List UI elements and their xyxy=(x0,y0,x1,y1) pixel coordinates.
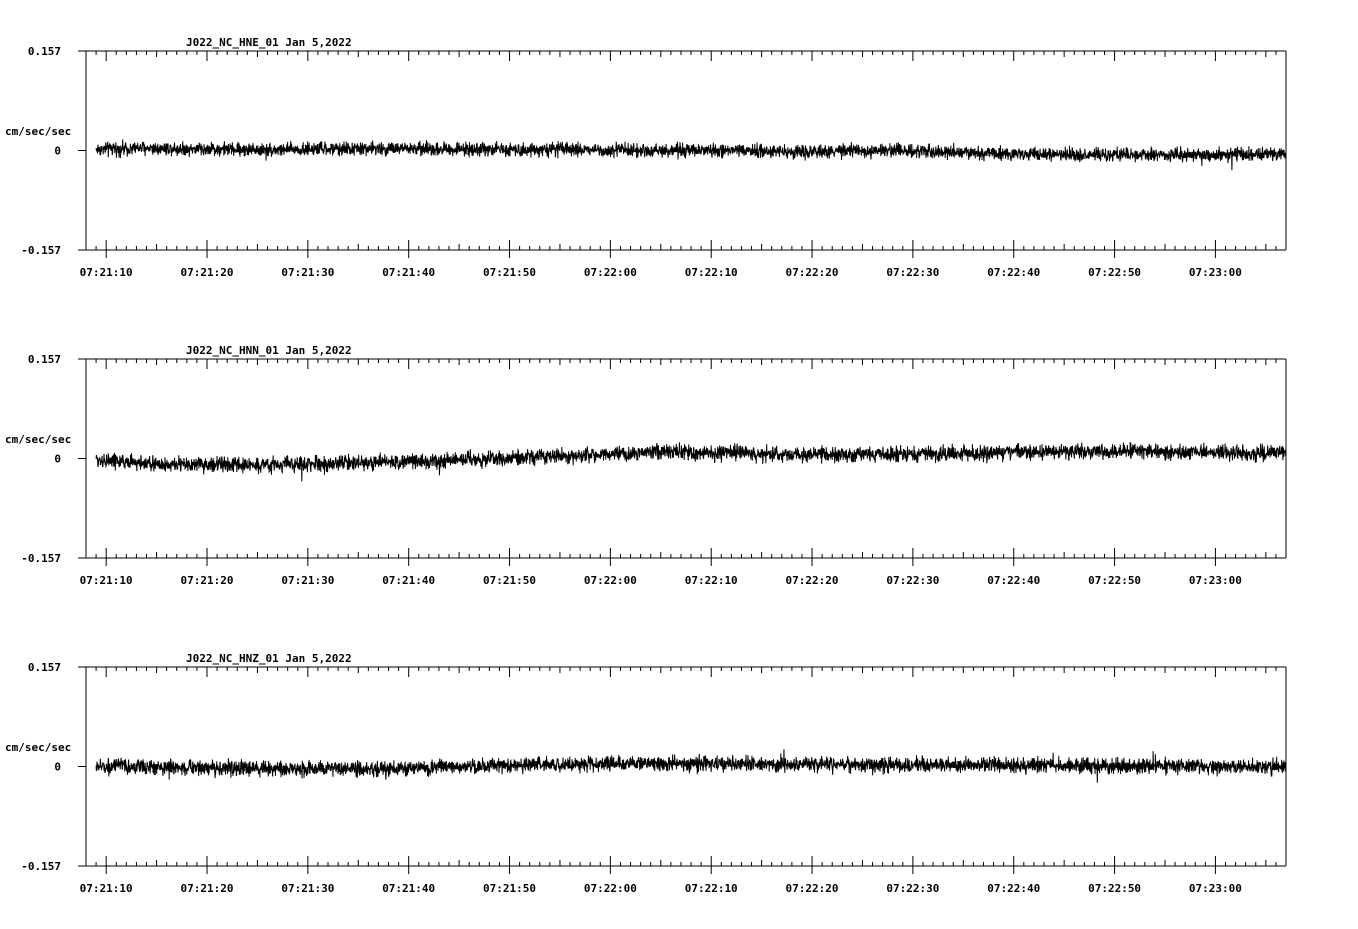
y-tick-label: -0.157 xyxy=(21,552,61,565)
x-tick-label: 07:22:30 xyxy=(886,266,939,279)
x-tick-label: 07:21:50 xyxy=(483,882,536,895)
x-tick-label: 07:22:20 xyxy=(786,266,839,279)
y-axis-label: cm/sec/sec xyxy=(5,433,71,446)
x-tick-label: 07:21:10 xyxy=(80,574,133,587)
x-tick-label: 07:21:50 xyxy=(483,574,536,587)
y-tick-label: -0.157 xyxy=(21,244,61,257)
panel-title: J022_NC_HNN_01 Jan 5,2022 xyxy=(186,344,352,357)
x-tick-label: 07:22:50 xyxy=(1088,882,1141,895)
x-tick-label: 07:21:40 xyxy=(382,574,435,587)
waveform-trace xyxy=(95,139,1287,171)
x-tick-label: 07:21:30 xyxy=(281,882,334,895)
x-tick-label: 07:21:30 xyxy=(281,574,334,587)
y-axis-label: cm/sec/sec xyxy=(5,741,71,754)
x-tick-label: 07:22:00 xyxy=(584,882,637,895)
x-tick-label: 07:22:30 xyxy=(886,882,939,895)
seismogram-plots: 0.157 0 -0.157 07:21:10 07:21:20 07:21:30 07:2… xyxy=(5,36,1287,895)
x-tick-label: 07:22:00 xyxy=(584,574,637,587)
y-tick-label: 0.157 xyxy=(28,353,61,366)
x-tick-label: 07:23:00 xyxy=(1189,574,1242,587)
seismogram-panel-3: 0.157 0 -0.157 07:21:10 07:21:20 07:21:30 07:2… xyxy=(5,652,1287,895)
x-tick-label: 07:23:00 xyxy=(1189,882,1242,895)
x-tick-label: 07:22:10 xyxy=(685,266,738,279)
x-tick-label: 07:21:10 xyxy=(80,266,133,279)
x-tick-label: 07:21:40 xyxy=(382,882,435,895)
x-tick-label: 07:21:10 xyxy=(80,882,133,895)
x-tick-label: 07:21:20 xyxy=(181,574,234,587)
panel-title: J022_NC_HNE_01 Jan 5,2022 xyxy=(186,36,352,49)
x-tick-label: 07:21:40 xyxy=(382,266,435,279)
x-tick-label: 07:22:50 xyxy=(1088,266,1141,279)
seismogram-panel-1: 0.157 0 -0.157 07:21:10 07:21:20 07:21:30 07:2… xyxy=(5,36,1287,279)
y-tick-label: 0.157 xyxy=(28,45,61,58)
x-tick-label: 07:22:10 xyxy=(685,882,738,895)
y-tick-label: -0.157 xyxy=(21,860,61,873)
y-tick-label: 0.157 xyxy=(28,661,61,674)
x-tick-label: 07:22:40 xyxy=(987,266,1040,279)
x-tick-label: 07:22:10 xyxy=(685,574,738,587)
panel-title: J022_NC_HNZ_01 Jan 5,2022 xyxy=(186,652,352,665)
y-axis-label: cm/sec/sec xyxy=(5,125,71,138)
x-tick-label: 07:23:00 xyxy=(1189,266,1242,279)
y-tick-label: 0 xyxy=(54,145,61,158)
seismogram-panel-2: 0.157 0 -0.157 07:21:10 07:21:20 07:21:30 07:2… xyxy=(5,344,1287,587)
x-tick-label: 07:21:50 xyxy=(483,266,536,279)
x-tick-label: 07:22:00 xyxy=(584,266,637,279)
x-tick-label: 07:21:30 xyxy=(281,266,334,279)
seismogram-stage: 0.157 0 -0.157 07:21:10 07:21:20 07:21:30 07:2… xyxy=(0,0,1358,924)
y-tick-label: 0 xyxy=(54,761,61,774)
x-tick-label: 07:21:20 xyxy=(181,266,234,279)
x-tick-label: 07:22:40 xyxy=(987,882,1040,895)
x-tick-label: 07:22:30 xyxy=(886,574,939,587)
x-tick-label: 07:21:20 xyxy=(181,882,234,895)
x-tick-label: 07:22:40 xyxy=(987,574,1040,587)
x-tick-label: 07:22:50 xyxy=(1088,574,1141,587)
waveform-trace xyxy=(95,749,1287,783)
y-tick-label: 0 xyxy=(54,453,61,466)
waveform-trace xyxy=(95,442,1287,482)
x-tick-label: 07:22:20 xyxy=(786,574,839,587)
x-tick-label: 07:22:20 xyxy=(786,882,839,895)
